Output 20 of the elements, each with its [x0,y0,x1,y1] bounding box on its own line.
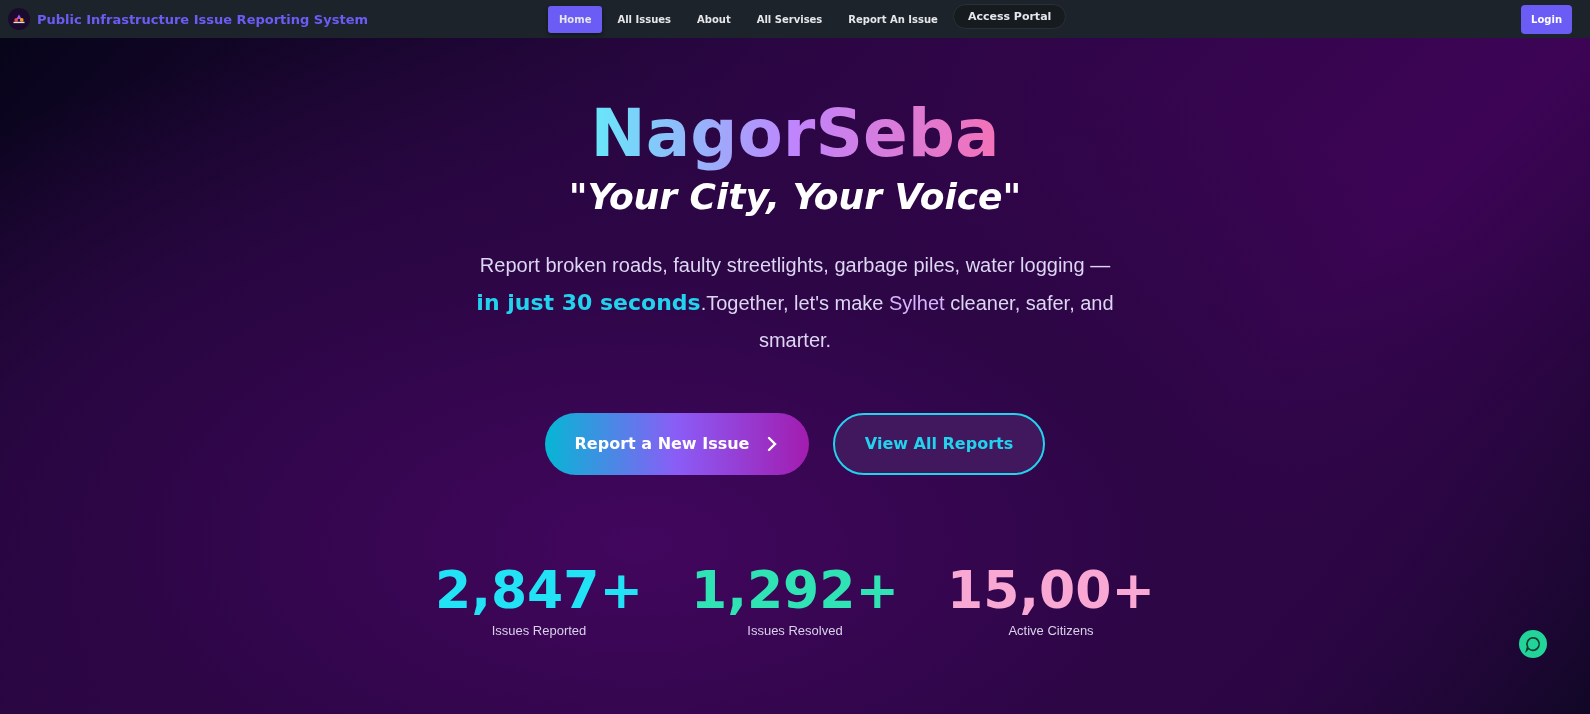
chat-button[interactable] [1519,630,1547,658]
nav-link[interactable]: All Servises [745,5,834,33]
stat-value: 15,00+ [946,562,1156,618]
report-issue-button[interactable]: Report a New Issue [545,412,809,475]
nav-link[interactable]: Report An Issue [837,5,949,33]
stat-value: 2,847+ [434,562,644,618]
stat-label: Issues Reported [491,623,587,639]
stat-label: Active Citizens [1008,623,1094,639]
nav-link[interactable]: About [686,5,742,33]
logo-icon[interactable] [8,8,30,30]
access-portal-button[interactable]: Access Portal [952,3,1067,29]
hero-description: Report broken roads, faulty streetlights, garbage piles, water logging — in just 30 seconds.Together, let's make Sylhet cleaner, safer, and smarter. [475,252,1115,353]
tagline: "Your City, Your Voice" [568,175,1022,217]
login-button[interactable]: Login [1521,4,1572,34]
nav-link[interactable]: All Issues [606,5,682,33]
stat-label: Issues Resolved [747,623,843,639]
stat-value: 1,292+ [690,562,900,618]
speech-bubble-icon [1524,635,1542,653]
nav-link[interactable]: Home [548,5,603,33]
view-reports-button[interactable]: View All Reports [833,412,1045,475]
